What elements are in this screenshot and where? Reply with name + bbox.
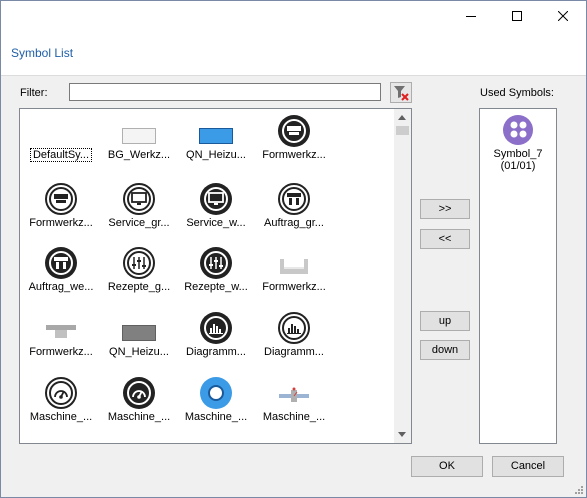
mold-outline-circle-icon bbox=[42, 181, 80, 217]
symbol-label: Service_gr... bbox=[108, 217, 170, 229]
symbol-label: Rezepte_g... bbox=[107, 281, 171, 293]
symbol-label: Diagramm... bbox=[264, 346, 324, 358]
symbol-item[interactable]: Formwerkz... bbox=[22, 310, 100, 366]
symbol-list[interactable]: DefaultSy... BG_Werkz... QN_Heizu... Formw… bbox=[19, 108, 412, 444]
vertical-scrollbar[interactable] bbox=[394, 109, 411, 443]
symbol-label: Formwerkz... bbox=[262, 149, 326, 161]
used-symbols-list[interactable]: Symbol_7 (01/01) bbox=[479, 108, 557, 444]
scroll-thumb[interactable] bbox=[396, 126, 409, 135]
minimize-icon bbox=[466, 16, 476, 17]
gray-tray-icon bbox=[275, 245, 313, 281]
maximize-button[interactable] bbox=[494, 1, 540, 31]
symbol-label: Maschine_... bbox=[29, 411, 93, 423]
used-symbol-count: (01/01) bbox=[500, 160, 536, 172]
empty-symbol-icon bbox=[42, 113, 80, 149]
monitor-circle-icon bbox=[197, 181, 235, 217]
filter-label: Filter: bbox=[20, 87, 48, 99]
dialog-title: Symbol List bbox=[11, 46, 74, 60]
resize-grip-icon[interactable] bbox=[574, 485, 584, 495]
symbol-item[interactable]: Maschine_... bbox=[177, 375, 255, 431]
symbol-label: QN_Heizu... bbox=[109, 346, 169, 358]
mold-circle-icon bbox=[275, 113, 313, 149]
job-circle-icon bbox=[42, 245, 80, 281]
symbol-label: DefaultSy... bbox=[22, 148, 100, 162]
symbol-item[interactable]: Rezepte_g... bbox=[100, 245, 178, 301]
symbol-item[interactable]: Formwerkz... bbox=[255, 245, 333, 301]
symbol-label: Rezepte_w... bbox=[184, 281, 248, 293]
symbol-label: Maschine_... bbox=[262, 411, 326, 423]
symbol-label: Formwerkz... bbox=[29, 217, 93, 229]
symbol-item[interactable]: QN_Heizu... bbox=[100, 310, 178, 366]
symbol-item[interactable]: DefaultSy... bbox=[22, 113, 100, 169]
bar-chart-outline-circle-icon bbox=[275, 310, 313, 346]
symbol-label: QN_Heizu... bbox=[186, 149, 246, 161]
ok-button[interactable]: OK bbox=[411, 456, 483, 477]
symbol-item[interactable]: Auftrag_gr... bbox=[255, 181, 333, 237]
minimize-button[interactable] bbox=[448, 1, 494, 31]
symbol-label: BG_Werkz... bbox=[107, 149, 171, 161]
symbol-item[interactable]: Service_w... bbox=[177, 181, 255, 237]
filter-clear-icon bbox=[394, 86, 409, 101]
symbol-label: Maschine_... bbox=[184, 411, 248, 423]
heating-band-icon bbox=[275, 375, 313, 411]
dialog-header: Symbol List bbox=[1, 31, 586, 76]
used-symbols-label: Used Symbols: bbox=[480, 87, 554, 99]
remove-symbol-button[interactable]: << bbox=[420, 229, 470, 249]
used-symbol-item[interactable]: Symbol_7 (01/01) bbox=[480, 115, 556, 175]
maximize-icon bbox=[512, 11, 522, 21]
symbol-item[interactable]: Auftrag_we... bbox=[22, 245, 100, 301]
close-icon bbox=[558, 11, 568, 21]
cancel-button[interactable]: Cancel bbox=[492, 456, 564, 477]
symbol-item[interactable]: Formwerkz... bbox=[22, 181, 100, 237]
symbol-item[interactable]: Diagramm... bbox=[177, 310, 255, 366]
used-symbol-name: Symbol_7 bbox=[493, 148, 543, 160]
symbol-label: Formwerkz... bbox=[262, 281, 326, 293]
gauge-outline-circle-icon bbox=[42, 375, 80, 411]
symbol-label: Service_w... bbox=[186, 217, 246, 229]
symbol-label: Maschine_... bbox=[107, 411, 171, 423]
symbol-item[interactable]: BG_Werkz... bbox=[100, 113, 178, 169]
job-outline-circle-icon bbox=[275, 181, 313, 217]
symbol-item[interactable]: Maschine_... bbox=[22, 375, 100, 431]
scroll-down-icon[interactable] bbox=[398, 432, 406, 437]
gray-t-shape-icon bbox=[42, 310, 80, 346]
symbol-label: Auftrag_we... bbox=[28, 281, 94, 293]
scroll-up-icon[interactable] bbox=[398, 115, 406, 120]
symbol-item[interactable]: QN_Heizu... bbox=[177, 113, 255, 169]
symbol-item[interactable]: Rezepte_w... bbox=[177, 245, 255, 301]
monitor-outline-circle-icon bbox=[120, 181, 158, 217]
move-down-button[interactable]: down bbox=[420, 340, 470, 360]
symbol-item[interactable]: Maschine_... bbox=[100, 375, 178, 431]
symbol-label: Auftrag_gr... bbox=[264, 217, 324, 229]
move-up-button[interactable]: up bbox=[420, 311, 470, 331]
sliders-outline-circle-icon bbox=[120, 245, 158, 281]
sliders-circle-icon bbox=[197, 245, 235, 281]
symbol-item[interactable]: Formwerkz... bbox=[255, 113, 333, 169]
blue-rectangle-icon bbox=[197, 113, 235, 149]
close-button[interactable] bbox=[540, 1, 586, 31]
symbol-item[interactable]: Diagramm... bbox=[255, 310, 333, 366]
purple-dots-circle-icon bbox=[503, 115, 533, 145]
bar-chart-circle-icon bbox=[197, 310, 235, 346]
gray-rectangle-icon bbox=[120, 310, 158, 346]
light-gray-rectangle-icon bbox=[120, 113, 158, 149]
add-symbol-button[interactable]: >> bbox=[420, 199, 470, 219]
symbol-label: Diagramm... bbox=[186, 346, 246, 358]
filter-input[interactable] bbox=[69, 83, 381, 101]
symbol-item[interactable]: Service_gr... bbox=[100, 181, 178, 237]
symbol-label: Formwerkz... bbox=[29, 346, 93, 358]
blue-ring-icon bbox=[197, 375, 235, 411]
symbol-item[interactable]: Maschine_... bbox=[255, 375, 333, 431]
gauge-circle-icon bbox=[120, 375, 158, 411]
title-bar bbox=[1, 1, 586, 31]
dialog-window: Symbol List Filter: Used Symbols: Defaul… bbox=[0, 0, 587, 498]
clear-filter-button[interactable] bbox=[390, 82, 412, 103]
